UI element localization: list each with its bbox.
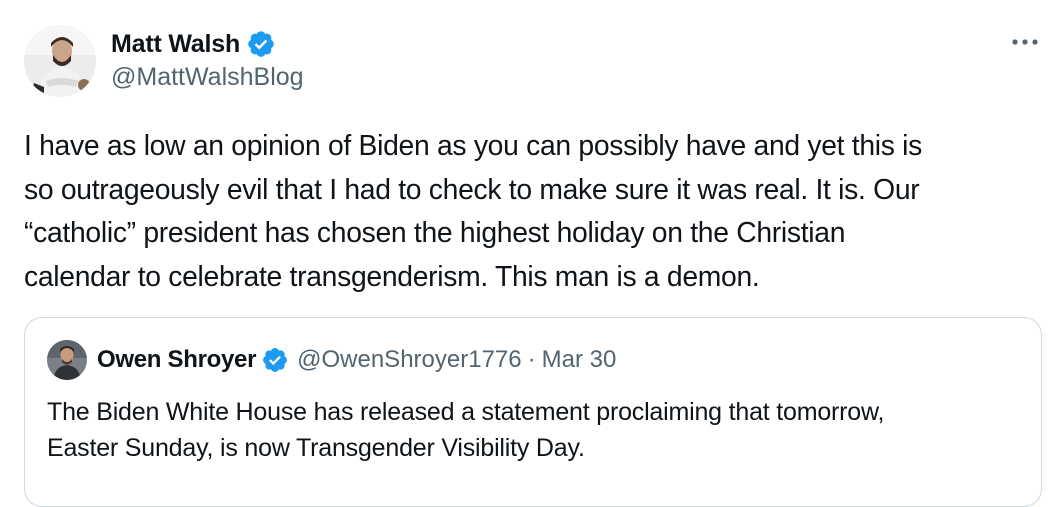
author-avatar[interactable] (24, 25, 96, 97)
author-name-row: Matt Walsh (111, 26, 276, 62)
quoted-verified-badge-icon (261, 346, 289, 374)
author-name[interactable]: Matt Walsh (111, 30, 240, 59)
quoted-author-avatar-image (47, 340, 87, 380)
quoted-date[interactable]: Mar 30 (542, 346, 617, 374)
quoted-separator: · (527, 346, 536, 373)
author-avatar-image (24, 25, 96, 97)
quoted-author-handle[interactable]: @OwenShroyer1776 (297, 346, 521, 374)
tweet-card: Matt Walsh @MattWalshBlog I have as low … (0, 0, 1060, 507)
quoted-tweet[interactable]: Owen Shroyer @OwenShroyer1776 · Mar 30 T… (24, 317, 1042, 507)
tweet-text: I have as low an opinion of Biden as you… (24, 129, 923, 292)
more-options-icon[interactable] (1010, 32, 1040, 52)
verified-badge-icon (246, 29, 276, 59)
quoted-author-name[interactable]: Owen Shroyer (97, 346, 256, 374)
author-handle[interactable]: @MattWalshBlog (111, 63, 304, 92)
quoted-header: Owen Shroyer @OwenShroyer1776 · Mar 30 (97, 340, 616, 380)
quoted-tweet-text: The Biden White House has released a sta… (47, 398, 885, 462)
quoted-author-avatar[interactable] (47, 340, 87, 380)
